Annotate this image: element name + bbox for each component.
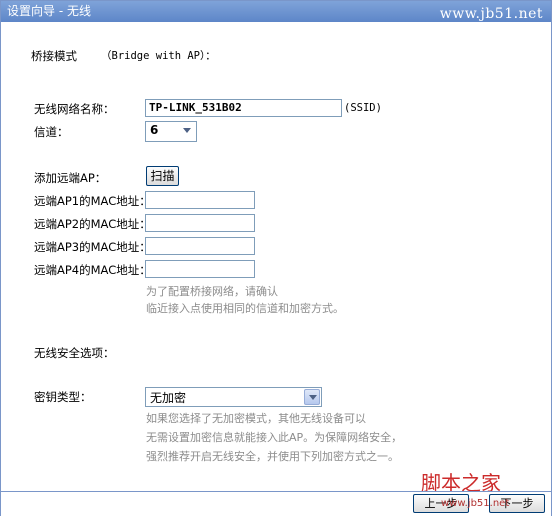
footer-bar: 上一步 下一步 www.jb51.net: [1, 491, 551, 516]
security-hint-line2: 无需设置加密信息就能接入此AP。为保障网络安全，: [146, 431, 403, 444]
remote-hint-line2: 临近接入点使用相同的信道和加密方式。: [146, 302, 344, 315]
channel-value: 6: [150, 123, 159, 137]
ssid-label: 无线网络名称：: [34, 102, 115, 116]
bridge-mode-en-label: （Bridge with AP）：: [101, 50, 216, 62]
bridge-mode-label: 桥接模式: [31, 49, 77, 63]
remote-ap2-mac-label: 远端AP2的MAC地址：: [34, 217, 151, 231]
add-remote-ap-label: 添加远端AP：: [34, 171, 107, 185]
key-type-select[interactable]: 无加密: [145, 387, 322, 407]
window-title: 设置向导 - 无线: [7, 4, 91, 18]
site-watermark: www.jb51.net: [439, 6, 543, 22]
title-bar: 设置向导 - 无线 www.jb51.net: [1, 1, 551, 22]
remote-ap4-mac-input[interactable]: [145, 260, 255, 278]
remote-ap3-mac-label: 远端AP3的MAC地址：: [34, 240, 151, 254]
remote-ap3-mac-input[interactable]: [145, 237, 255, 255]
wireless-security-label: 无线安全选项：: [34, 346, 115, 360]
remote-ap4-mac-label: 远端AP4的MAC地址：: [34, 263, 151, 277]
channel-select[interactable]: 6: [145, 121, 197, 142]
scan-button[interactable]: 扫描: [146, 166, 179, 186]
chevron-down-icon[interactable]: [179, 123, 195, 139]
security-hint-line1: 如果您选择了无加密模式，其他无线设备可以: [146, 412, 366, 425]
ssid-input[interactable]: TP-LINK_531B02: [145, 99, 342, 117]
chevron-down-icon[interactable]: [304, 389, 320, 405]
remote-ap1-mac-input[interactable]: [145, 191, 255, 209]
dialog-frame: 设置向导 - 无线 www.jb51.net 桥接模式 （Bridge with…: [0, 0, 552, 516]
remote-ap2-mac-input[interactable]: [145, 214, 255, 232]
key-type-label: 密钥类型：: [34, 390, 92, 404]
security-hint-line3: 强烈推荐开启无线安全，并使用下列加密方式之一。: [146, 450, 399, 463]
channel-label: 信道：: [34, 125, 69, 139]
site-watermark-url: www.jb51.net: [441, 498, 510, 509]
ssid-suffix: (SSID): [344, 102, 382, 114]
remote-ap1-mac-label: 远端AP1的MAC地址：: [34, 194, 151, 208]
key-type-value: 无加密: [150, 391, 187, 405]
